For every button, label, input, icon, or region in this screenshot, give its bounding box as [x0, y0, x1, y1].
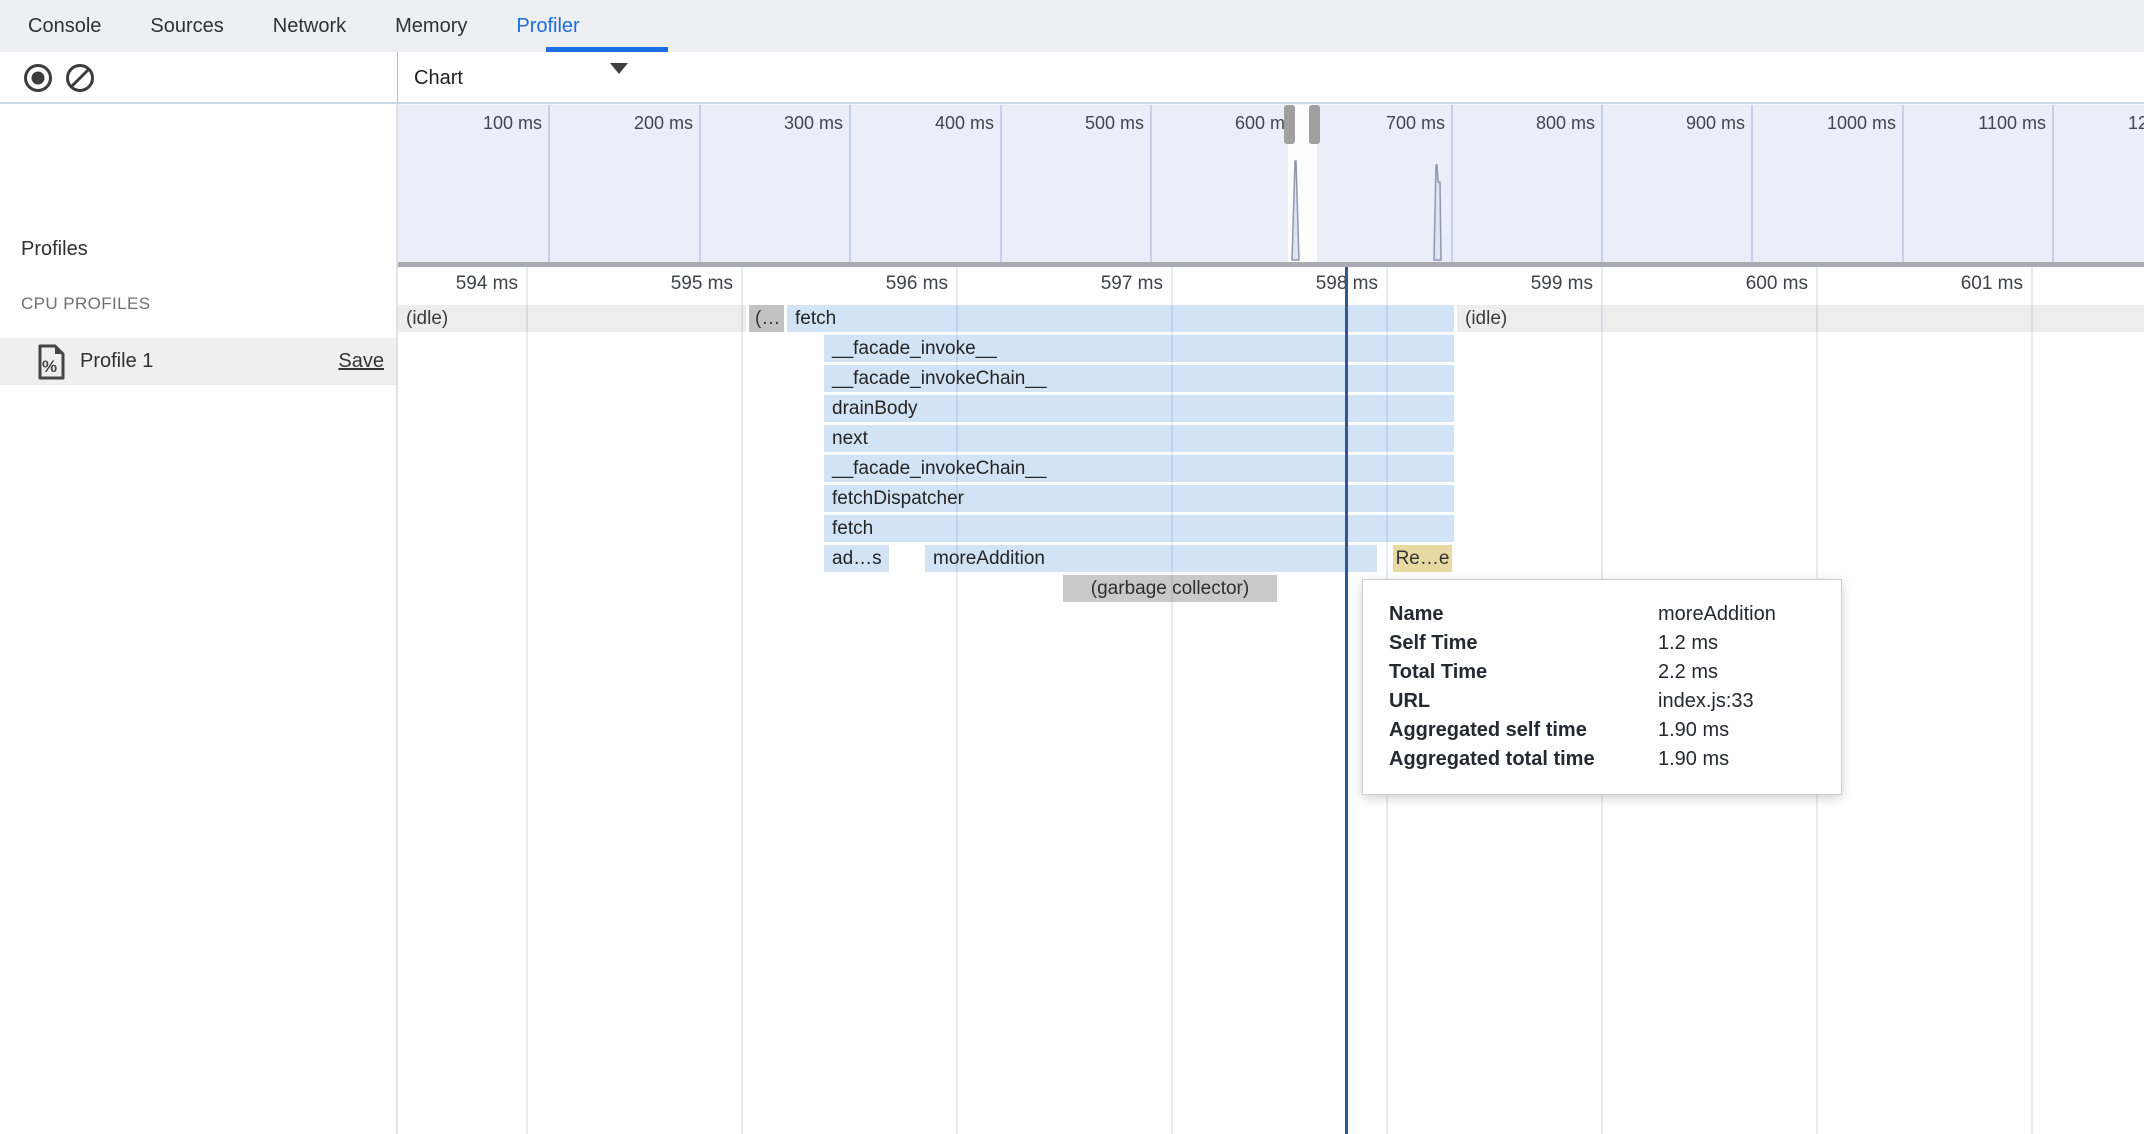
ruler-tick-label: 601 ms [1913, 273, 2023, 295]
selection-handle-left[interactable] [1284, 105, 1295, 144]
tooltip-value: index.js:33 [1658, 690, 1754, 713]
selection-handle-right[interactable] [1309, 105, 1320, 144]
tooltip-label: URL [1389, 690, 1658, 713]
ruler-gridline [956, 267, 958, 1134]
svg-text:%: % [42, 357, 57, 376]
tab-sources[interactable]: Sources [150, 15, 223, 38]
flame-bar--facade-invokechain-[interactable]: __facade_invokeChain__ [824, 455, 1454, 482]
tooltip-label: Total Time [1389, 661, 1658, 684]
tooltip-label: Aggregated total time [1389, 748, 1658, 771]
ruler-tick-label: 596 ms [838, 273, 948, 295]
flame-bar-fetch[interactable]: fetch [787, 305, 1454, 332]
view-mode-value: Chart [414, 67, 463, 90]
ruler-gridline [741, 267, 743, 1134]
tab-profiler[interactable]: Profiler [516, 15, 579, 38]
flame-bar--facade-invokechain-[interactable]: __facade_invokeChain__ [824, 365, 1454, 392]
tooltip-row: Self Time1.2 ms [1389, 629, 1815, 658]
ruler-tick-label: 598 ms [1268, 273, 1378, 295]
profile-list-item[interactable]: % Profile 1 Save [0, 338, 396, 385]
ruler-gridline [1171, 267, 1173, 1134]
flame-bar-re-e[interactable]: Re…e [1393, 545, 1452, 572]
flame-bar--idle-[interactable]: (idle) [398, 305, 746, 332]
tooltip-label: Name [1389, 603, 1658, 626]
flame-bar-fetchdispatcher[interactable]: fetchDispatcher [824, 485, 1454, 512]
frame-details-tooltip: NamemoreAdditionSelf Time1.2 msTotal Tim… [1362, 579, 1842, 795]
selected-time-marker [1345, 267, 1348, 1134]
ruler-gridline [2031, 267, 2033, 1134]
ruler-gridline [526, 267, 528, 1134]
tooltip-value: moreAddition [1658, 603, 1776, 626]
tooltip-row: NamemoreAddition [1389, 600, 1815, 629]
ruler-tick-label: 600 ms [1698, 273, 1808, 295]
record-circle-icon [22, 62, 54, 94]
profile-document-icon: % [36, 344, 66, 385]
ruler-tick-label: 599 ms [1483, 273, 1593, 295]
profile-name: Profile 1 [80, 350, 153, 373]
chart-toolbar: Chart [398, 52, 2144, 104]
profiles-heading: Profiles [21, 238, 88, 261]
ruler-tick-label: 597 ms [1053, 273, 1163, 295]
profiles-sidebar: Profiles CPU PROFILES % Profile 1 Save [0, 104, 398, 1134]
flame-bar-drainbody[interactable]: drainBody [824, 395, 1454, 422]
tooltip-row: Total Time2.2 ms [1389, 658, 1815, 687]
ruler-tick-label: 594 ms [408, 273, 518, 295]
cpu-activity-spikes [398, 105, 2144, 262]
flame-bar-next[interactable]: next [824, 425, 1454, 452]
cpu-profiles-section-label: CPU PROFILES [21, 294, 151, 314]
tooltip-label: Self Time [1389, 632, 1658, 655]
tooltip-row: Aggregated total time1.90 ms [1389, 745, 1815, 774]
circle-slash-icon [64, 62, 96, 94]
tooltip-row: Aggregated self time1.90 ms [1389, 716, 1815, 745]
flame-chart[interactable]: 594 ms 595 ms 596 ms 597 ms 598 ms 599 ms 600 … [398, 267, 2144, 1134]
flame-bar--[interactable]: (… [749, 305, 784, 332]
flame-bar-moreaddition[interactable]: moreAddition [925, 545, 1377, 572]
tab-network[interactable]: Network [273, 15, 346, 38]
clear-profiles-button[interactable] [64, 62, 96, 94]
tooltip-value: 1.90 ms [1658, 748, 1729, 771]
tooltip-value: 2.2 ms [1658, 661, 1718, 684]
triangle-down-icon[interactable] [610, 63, 628, 74]
flame-bar--garbage-collector-[interactable]: (garbage collector) [1063, 575, 1277, 602]
timeline-overview[interactable]: 100 ms200 ms300 ms400 ms500 ms600 ms700 … [398, 104, 2144, 262]
save-profile-link[interactable]: Save [338, 350, 384, 373]
tab-memory[interactable]: Memory [395, 15, 467, 38]
flame-bar-fetch[interactable]: fetch [824, 515, 1454, 542]
devtools-window: Console Sources Network Memory Profiler Char… [0, 0, 2144, 1134]
flame-bar--idle-[interactable]: (idle) [1457, 305, 2144, 332]
tooltip-value: 1.2 ms [1658, 632, 1718, 655]
flame-bar-ad-s[interactable]: ad…s [824, 545, 889, 572]
flame-bar--facade-invoke-[interactable]: __facade_invoke__ [824, 335, 1454, 362]
tooltip-value: 1.90 ms [1658, 719, 1729, 742]
sidebar-toolbar [0, 52, 398, 104]
tooltip-row: URLindex.js:33 [1389, 687, 1815, 716]
tab-console[interactable]: Console [28, 15, 101, 38]
tooltip-label: Aggregated self time [1389, 719, 1658, 742]
record-profile-button[interactable] [22, 62, 54, 94]
tab-bar: Console Sources Network Memory Profiler [0, 0, 2144, 52]
ruler-tick-label: 595 ms [623, 273, 733, 295]
